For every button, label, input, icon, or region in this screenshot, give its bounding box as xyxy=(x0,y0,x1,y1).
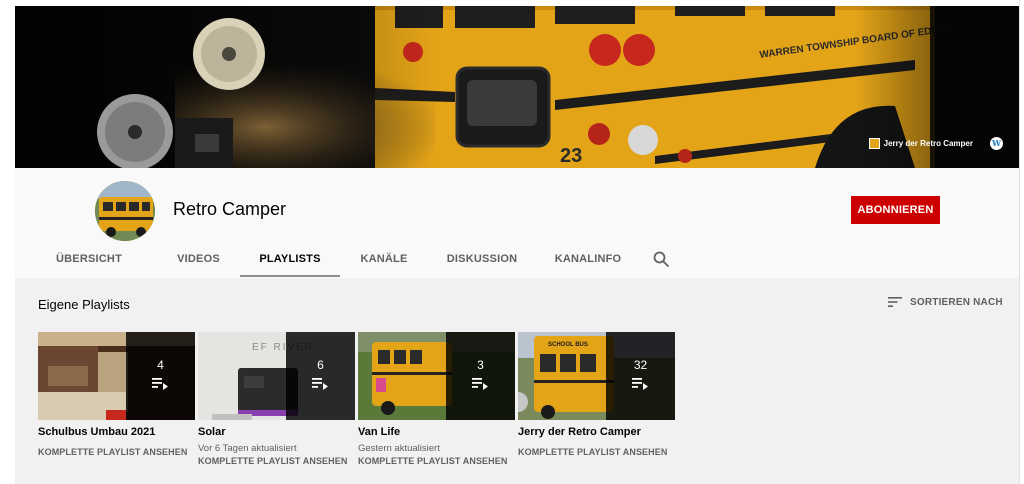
playlist-icon xyxy=(312,378,328,390)
playlist-thumbnail[interactable]: SCHOOL BUS 32 xyxy=(518,332,675,420)
tab-playlists[interactable]: PLAYLISTS xyxy=(240,240,340,278)
channel-banner: WARREN TOWNSHIP BOARD OF EDUCATION 23 Je… xyxy=(15,6,1019,168)
page-left-gutter xyxy=(0,0,15,484)
tab-about[interactable]: KANALINFO xyxy=(536,240,640,278)
playlist-thumbnail[interactable]: 4 xyxy=(38,332,195,420)
tab-channels[interactable]: KANÄLE xyxy=(340,240,428,278)
sort-button[interactable]: SORTIEREN NACH xyxy=(888,296,1003,308)
sort-label: SORTIEREN NACH xyxy=(910,296,1003,308)
playlist-icon xyxy=(632,378,648,390)
playlist-count-overlay: 3 xyxy=(446,332,515,420)
video-count: 6 xyxy=(317,358,324,372)
search-icon[interactable] xyxy=(652,250,670,268)
banner-link-label: Jerry der Retro Camper xyxy=(883,139,973,148)
playlist-count-overlay: 32 xyxy=(606,332,675,420)
channel-header: Retro Camper ABONNIEREN ÜBERSICHT VIDEOS… xyxy=(15,168,1019,278)
playlist-title[interactable]: Schulbus Umbau 2021 xyxy=(38,426,195,438)
page-scrollbar-track[interactable] xyxy=(1019,0,1024,484)
banner-bus-number: 23 xyxy=(560,145,582,167)
channel-title: Retro Camper xyxy=(173,199,287,219)
playlist-card: 4 Schulbus Umbau 2021 KOMPLETTE PLAYLIST… xyxy=(38,332,195,457)
playlist-title[interactable]: Van Life xyxy=(358,426,515,438)
playlist-icon xyxy=(152,378,168,390)
playlist-count-overlay: 6 xyxy=(286,332,355,420)
playlist-title[interactable]: Solar xyxy=(198,426,355,438)
banner-link-thumbnail xyxy=(868,138,880,149)
subscribe-button[interactable]: ABONNIEREN xyxy=(851,196,940,224)
tab-overview[interactable]: ÜBERSICHT xyxy=(30,240,148,278)
playlist-card: SCHOOL BUS 32 Jerry der Retro Camper KOM… xyxy=(518,332,675,457)
playlist-thumbnail[interactable]: 3 xyxy=(358,332,515,420)
video-count: 32 xyxy=(633,358,648,372)
section-title: Eigene Playlists xyxy=(38,297,130,312)
playlist-thumbnail[interactable]: EF RIVER 6 xyxy=(198,332,355,420)
wordpress-icon[interactable] xyxy=(990,137,1003,150)
sort-icon xyxy=(888,297,902,307)
playlist-updated: Vor 6 Tagen aktualisiert xyxy=(198,443,297,454)
playlist-card: 3 Van Life Gestern aktualisiert KOMPLETT… xyxy=(358,332,515,466)
view-full-playlist-link[interactable]: KOMPLETTE PLAYLIST ANSEHEN xyxy=(358,456,515,466)
channel-avatar[interactable] xyxy=(95,181,155,241)
playlists-section: Eigene Playlists SORTIEREN NACH 4 Schulb… xyxy=(15,278,1019,484)
tab-discussion[interactable]: DISKUSSION xyxy=(428,240,536,278)
playlist-updated: Gestern aktualisiert xyxy=(358,443,440,454)
playlist-card: EF RIVER 6 Solar Vor 6 Tagen aktualisier… xyxy=(198,332,355,466)
thumbnail-text: SCHOOL BUS xyxy=(548,342,588,348)
view-full-playlist-link[interactable]: KOMPLETTE PLAYLIST ANSEHEN xyxy=(38,447,195,457)
view-full-playlist-link[interactable]: KOMPLETTE PLAYLIST ANSEHEN xyxy=(198,456,355,466)
video-count: 3 xyxy=(477,358,484,372)
banner-channel-link[interactable]: Jerry der Retro Camper xyxy=(868,138,973,149)
playlist-title[interactable]: Jerry der Retro Camper xyxy=(518,426,675,438)
avatar-bus-image xyxy=(95,181,155,241)
tab-videos[interactable]: VIDEOS xyxy=(148,240,249,278)
video-count: 4 xyxy=(157,358,164,372)
view-full-playlist-link[interactable]: KOMPLETTE PLAYLIST ANSEHEN xyxy=(518,447,675,457)
playlist-count-overlay: 4 xyxy=(126,332,195,420)
playlist-icon xyxy=(472,378,488,390)
